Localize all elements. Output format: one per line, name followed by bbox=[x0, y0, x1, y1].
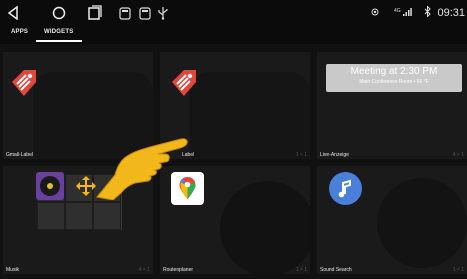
preview-tile bbox=[65, 202, 93, 230]
widget-label: Sound Search bbox=[320, 267, 352, 273]
screenshot-icon bbox=[138, 5, 152, 21]
clock: 09:31 bbox=[437, 7, 465, 19]
preview-background bbox=[190, 72, 310, 159]
widget-size: 1 × 1 bbox=[452, 267, 464, 273]
widget-size: 1 × 1 bbox=[295, 152, 307, 158]
recents-icon[interactable] bbox=[86, 5, 102, 21]
tab-apps[interactable]: APPS bbox=[11, 29, 28, 35]
widget-label: Musik bbox=[6, 267, 20, 273]
status-bar: 4G 09:31 bbox=[0, 0, 467, 26]
widget-size: 4 × 1 bbox=[452, 152, 464, 158]
svg-text:4G: 4G bbox=[394, 8, 401, 14]
back-icon[interactable] bbox=[6, 5, 20, 21]
tab-indicator bbox=[36, 40, 82, 42]
signal-icon: 4G bbox=[394, 7, 413, 20]
meeting-title: Meeting at 2:30 PM bbox=[350, 66, 438, 77]
screenshot-icon bbox=[118, 5, 132, 21]
label-icon bbox=[172, 70, 196, 96]
tab-bar: APPS WIDGETS bbox=[0, 26, 467, 44]
widget-label: Live-Anzeige bbox=[320, 152, 349, 158]
preview-tile bbox=[93, 202, 121, 230]
widget-size: 4 × 1 bbox=[138, 267, 150, 273]
tab-widgets[interactable]: WIDGETS bbox=[44, 29, 73, 35]
pointing-hand-icon bbox=[96, 138, 188, 200]
sound-search-icon bbox=[329, 172, 362, 205]
preview-background bbox=[377, 178, 467, 268]
preview-background bbox=[220, 181, 310, 274]
meeting-preview: Meeting at 2:30 PM Main Conference Room … bbox=[326, 64, 462, 92]
gmail-label-icon bbox=[12, 70, 36, 96]
cast-icon bbox=[370, 7, 380, 20]
preview-tile bbox=[37, 202, 65, 230]
usb-icon bbox=[157, 5, 169, 21]
widget-label: Gmail-Label bbox=[6, 152, 33, 158]
music-record-icon bbox=[36, 172, 64, 200]
meeting-subtitle: Main Conference Room • 66 °F bbox=[359, 79, 429, 85]
widget-label: Routenplaner bbox=[163, 267, 194, 273]
bluetooth-icon bbox=[424, 5, 432, 20]
widget-size: 1 × 1 bbox=[295, 267, 307, 273]
home-icon[interactable] bbox=[51, 5, 67, 21]
